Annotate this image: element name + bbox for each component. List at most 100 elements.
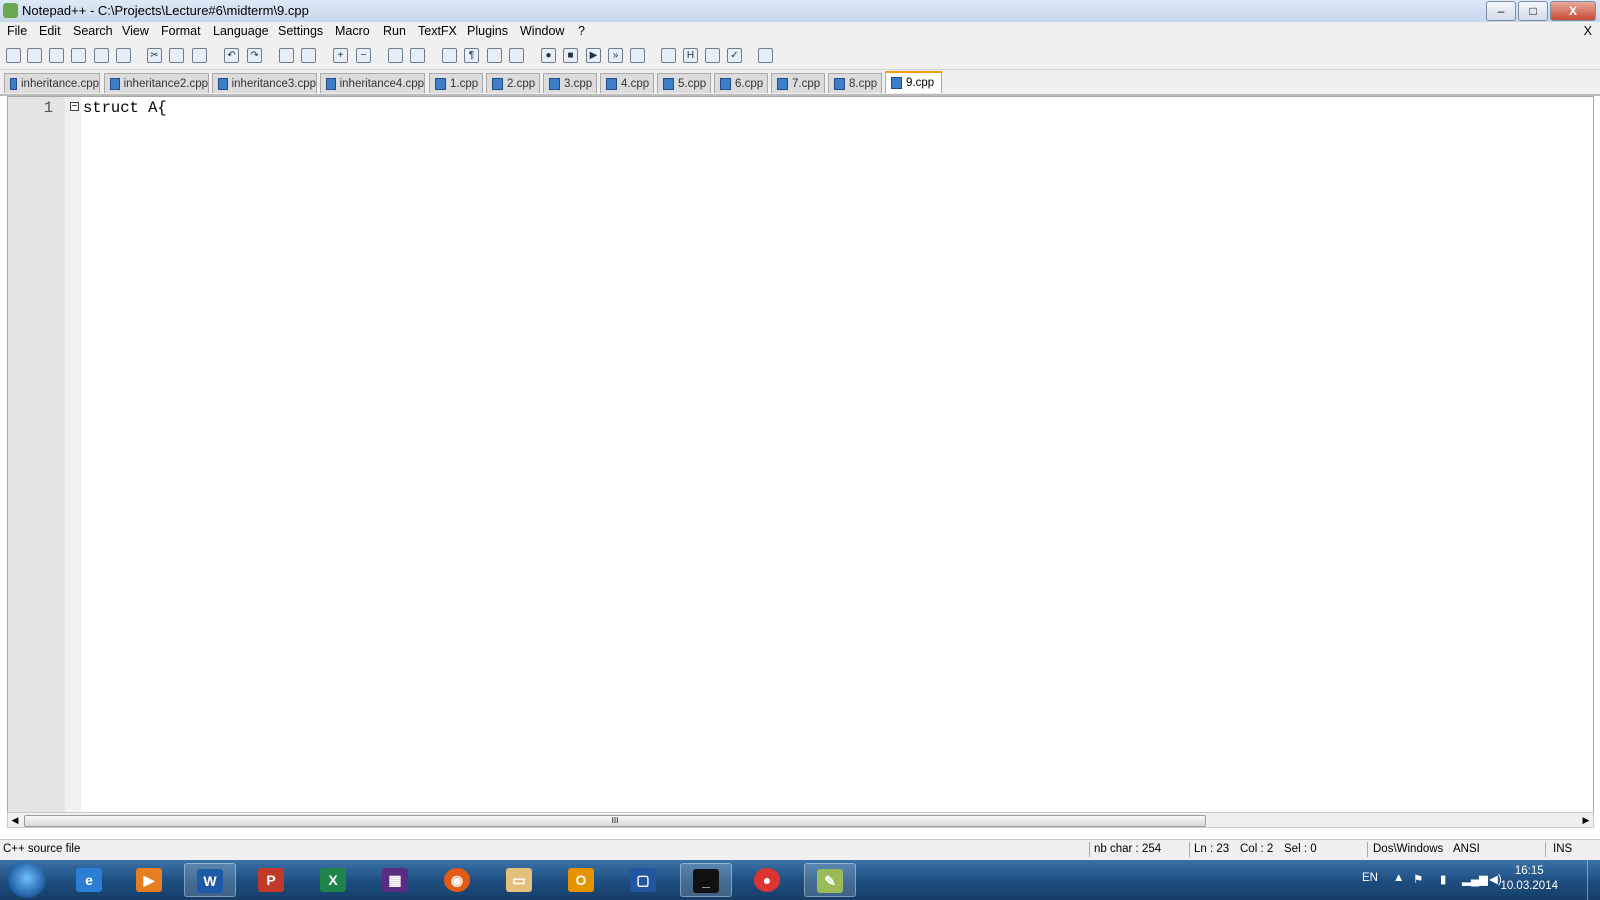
cmd-icon[interactable]: _ xyxy=(680,863,732,897)
cut-icon[interactable]: ✂ xyxy=(145,46,163,64)
code-line[interactable]: 1 − struct A{ xyxy=(8,97,1593,119)
file-icon xyxy=(110,77,120,90)
menu-settings[interactable]: Settings xyxy=(278,24,323,38)
run-macro-multiple-icon[interactable]: » xyxy=(606,46,624,64)
winrar-icon[interactable]: ▦ xyxy=(370,863,422,897)
word-wrap-icon[interactable] xyxy=(440,46,458,64)
battery-icon[interactable]: ▮ xyxy=(1440,872,1446,886)
indent-guide-icon[interactable] xyxy=(485,46,503,64)
show-desktop-button[interactable] xyxy=(1587,860,1600,900)
plugin-icon[interactable] xyxy=(703,46,721,64)
menu-help[interactable]: ? xyxy=(578,24,585,38)
print-icon[interactable] xyxy=(756,46,774,64)
maximize-button[interactable]: □ xyxy=(1518,1,1548,21)
undo-icon[interactable]: ↶ xyxy=(222,46,240,64)
menu-macro[interactable]: Macro xyxy=(335,24,370,38)
remote-icon[interactable]: ▢ xyxy=(618,863,670,897)
notepadpp-app-icon xyxy=(3,3,18,18)
tab-1-cpp[interactable]: 1.cpp xyxy=(429,73,483,93)
tab-5-cpp[interactable]: 5.cpp xyxy=(657,73,711,93)
document-tab-bar: inheritance.cpp inheritance2.cpp inherit… xyxy=(0,70,1600,96)
scrollbar-thumb[interactable]: III xyxy=(24,815,1206,827)
tab-4-cpp[interactable]: 4.cpp xyxy=(600,73,654,93)
clock[interactable]: 16:15 10.03.2014 xyxy=(1500,864,1558,894)
tab-inheritance3-cpp[interactable]: inheritance3.cpp xyxy=(212,73,317,93)
minimize-button[interactable]: – xyxy=(1486,1,1516,21)
sync-v-icon[interactable] xyxy=(386,46,404,64)
spell-check-icon[interactable] xyxy=(659,46,677,64)
action-center-icon[interactable]: ⚑ xyxy=(1413,872,1423,886)
language-indicator[interactable]: EN xyxy=(1362,872,1378,884)
doc-map-icon[interactable] xyxy=(507,46,525,64)
menu-edit[interactable]: Edit xyxy=(39,24,61,38)
tab-inheritance2-cpp[interactable]: inheritance2.cpp xyxy=(104,73,209,93)
show-hidden-icons-icon[interactable]: ▲ xyxy=(1393,872,1404,884)
close-button[interactable]: X xyxy=(1550,1,1596,21)
menu-view[interactable]: View xyxy=(122,24,149,38)
paste-icon[interactable] xyxy=(190,46,208,64)
save-macro-icon[interactable] xyxy=(628,46,646,64)
status-ln: Ln : 23 xyxy=(1194,843,1230,855)
horizontal-scrollbar[interactable]: ◀ III ▶ xyxy=(7,812,1594,828)
save-icon[interactable] xyxy=(47,46,65,64)
internet-explorer-icon[interactable]: e xyxy=(64,863,116,897)
redo-icon[interactable]: ↷ xyxy=(245,46,263,64)
close-icon[interactable] xyxy=(92,46,110,64)
open-file-icon[interactable] xyxy=(25,46,43,64)
new-file-icon[interactable] xyxy=(4,46,22,64)
scroll-left-icon[interactable]: ◀ xyxy=(8,813,22,827)
h-icon[interactable]: H xyxy=(681,46,699,64)
close-all-icon[interactable] xyxy=(114,46,132,64)
menu-plugins[interactable]: Plugins xyxy=(467,24,508,38)
menu-language[interactable]: Language xyxy=(213,24,269,38)
find-icon[interactable] xyxy=(277,46,295,64)
sync-h-icon[interactable] xyxy=(408,46,426,64)
code-text: struct A{ xyxy=(83,99,167,117)
replace-icon[interactable] xyxy=(299,46,317,64)
menu-search[interactable]: Search xyxy=(73,24,113,38)
excel-icon[interactable]: X xyxy=(308,863,360,897)
file-icon xyxy=(891,77,902,89)
tab-8-cpp[interactable]: 8.cpp xyxy=(828,73,882,93)
media-player-icon[interactable]: ▶ xyxy=(124,863,176,897)
title-bar: Notepad++ - C:\Projects\Lecture#6\midter… xyxy=(0,0,1600,22)
zoom-out-icon[interactable]: − xyxy=(354,46,372,64)
outlook-icon[interactable]: O xyxy=(556,863,608,897)
chrome-icon[interactable]: ● xyxy=(742,863,794,897)
save-all-icon[interactable] xyxy=(69,46,87,64)
tab-inheritance4-cpp[interactable]: inheritance4.cpp xyxy=(320,73,425,93)
explorer-icon[interactable]: ▭ xyxy=(494,863,546,897)
powerpoint-icon[interactable]: P xyxy=(246,863,298,897)
copy-icon[interactable] xyxy=(167,46,185,64)
menu-textfx[interactable]: TextFX xyxy=(418,24,457,38)
status-nb-char: nb char : 254 xyxy=(1094,843,1162,855)
network-icon[interactable]: ▂▄▆ xyxy=(1462,872,1488,886)
file-icon xyxy=(606,77,617,90)
tab-inheritance-cpp[interactable]: inheritance.cpp xyxy=(4,73,100,93)
menu-file[interactable]: File xyxy=(7,24,27,38)
menu-format[interactable]: Format xyxy=(161,24,201,38)
show-all-chars-icon[interactable]: ¶ xyxy=(462,46,480,64)
tab-3-cpp[interactable]: 3.cpp xyxy=(543,73,597,93)
tab-7-cpp[interactable]: 7.cpp xyxy=(771,73,825,93)
file-icon xyxy=(492,77,503,90)
tab-6-cpp[interactable]: 6.cpp xyxy=(714,73,768,93)
notepadpp-icon[interactable]: ✎ xyxy=(804,863,856,897)
zoom-in-icon[interactable]: + xyxy=(331,46,349,64)
tab-2-cpp[interactable]: 2.cpp xyxy=(486,73,540,93)
record-macro-icon[interactable]: ● xyxy=(539,46,557,64)
fold-collapse-icon[interactable]: − xyxy=(70,102,79,113)
scroll-right-icon[interactable]: ▶ xyxy=(1579,813,1593,827)
code-editor[interactable]: 1 − struct A{ xyxy=(7,96,1594,814)
word-icon[interactable]: W xyxy=(184,863,236,897)
start-button[interactable] xyxy=(8,862,46,898)
tab-9-cpp[interactable]: 9.cpp xyxy=(885,71,942,93)
close-document-button[interactable]: X xyxy=(1584,24,1592,38)
play-macro-icon[interactable]: ▶ xyxy=(584,46,602,64)
firefox-icon[interactable]: ◉ xyxy=(432,863,484,897)
spell-icon[interactable]: ✓ xyxy=(725,46,743,64)
menu-run[interactable]: Run xyxy=(383,24,406,38)
file-icon xyxy=(663,77,674,90)
menu-window[interactable]: Window xyxy=(520,24,564,38)
stop-macro-icon[interactable]: ■ xyxy=(561,46,579,64)
